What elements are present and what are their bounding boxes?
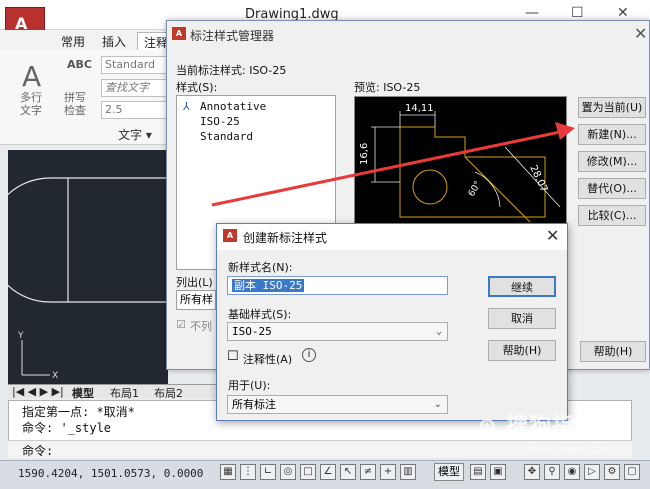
continue-button[interactable]: 继续	[488, 276, 556, 297]
base-style-label: 基础样式(S):	[228, 308, 292, 321]
close-icon[interactable]: ✕	[546, 226, 559, 245]
help-button[interactable]: 帮助(H)	[488, 340, 556, 361]
watermark-url: zhinan.sogou.com	[528, 445, 610, 455]
use-for-select[interactable]: 所有标注 ⌄	[227, 395, 448, 414]
cancel-button[interactable]: 取消	[488, 308, 556, 329]
watermark: ⊛ 搜狗指南	[478, 414, 599, 439]
chevron-down-icon: ⌄	[433, 399, 442, 410]
autocad-icon: A	[223, 229, 237, 242]
annotative-label: 注释性(A)	[243, 353, 293, 366]
new-style-name-input[interactable]: 副本 ISO-25	[227, 276, 448, 295]
dialog-title: 创建新标注样式	[243, 231, 328, 245]
chevron-down-icon: ⌄	[435, 326, 442, 337]
use-for-label: 用于(U):	[228, 379, 271, 392]
annotative-checkbox[interactable]: ☐	[227, 349, 239, 364]
base-style-select[interactable]: ISO-25 ⌄	[227, 322, 448, 341]
watermark-logo-icon: ⊛	[478, 414, 498, 439]
new-name-label: 新样式名(N):	[228, 261, 293, 274]
info-icon[interactable]: i	[302, 348, 316, 362]
